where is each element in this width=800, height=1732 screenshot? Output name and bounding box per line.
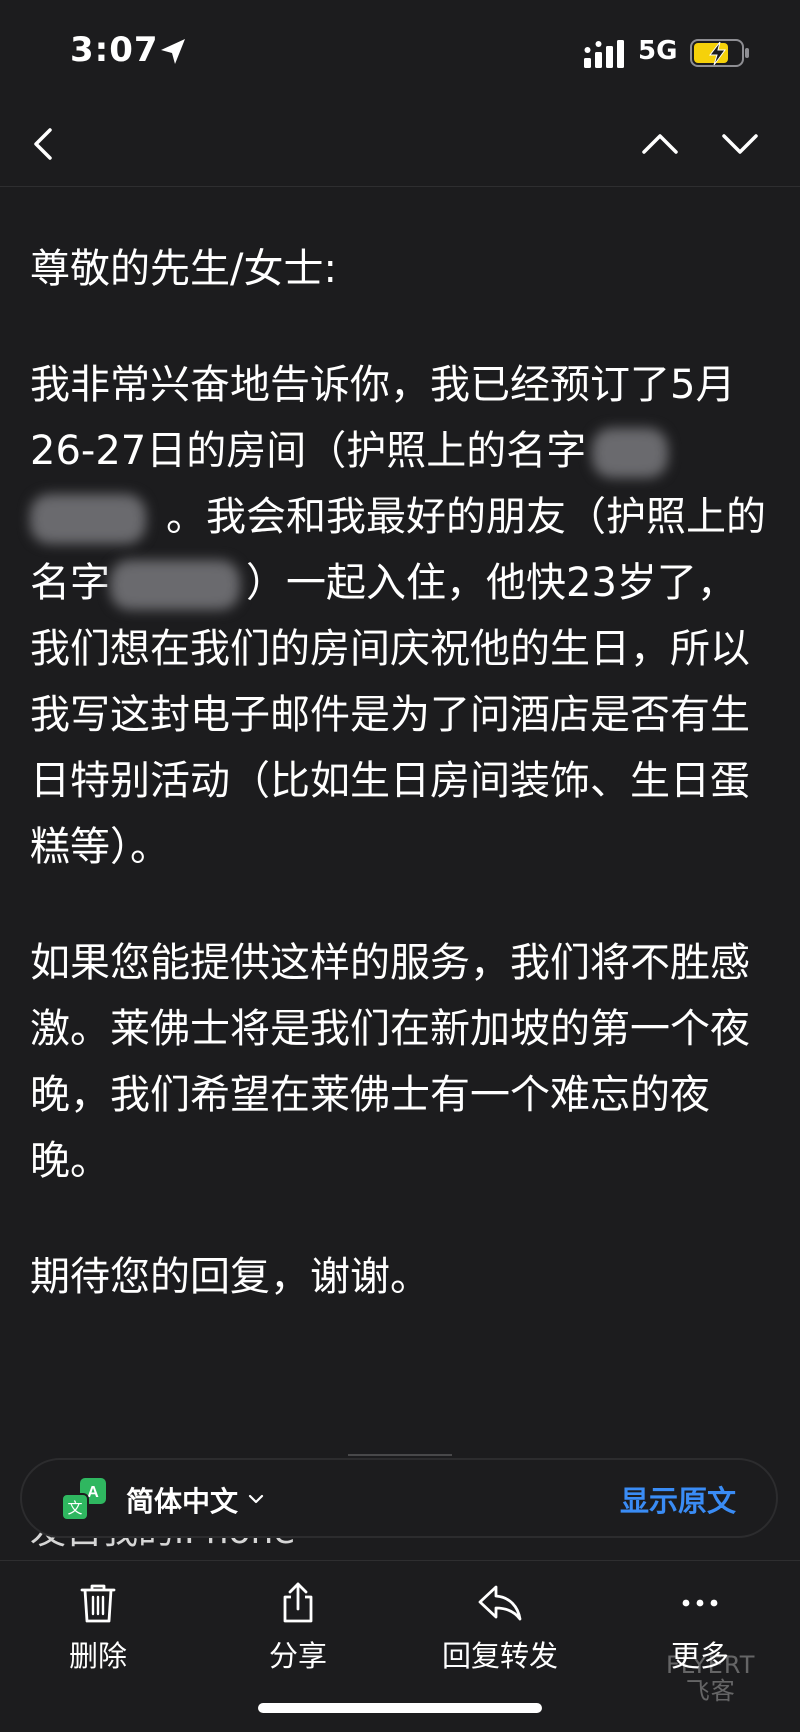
watermark-line-2: 飞客 [685, 1677, 736, 1705]
battery-charging-icon [690, 39, 749, 67]
delete-label: 删除 [68, 1639, 127, 1673]
svg-text:文: 文 [67, 1499, 82, 1517]
share-button[interactable]: 分享 [218, 1571, 378, 1673]
email-paragraph-1: 我非常兴奋地告诉你，我已经预订了5月26-27日的房间（护照上的名字。我会和我最… [30, 352, 770, 880]
translation-language-selector[interactable]: 简体中文 [126, 1480, 238, 1520]
cellular-signal-icon [584, 40, 624, 68]
trash-icon [80, 1584, 116, 1623]
home-indicator[interactable] [258, 1703, 542, 1713]
previous-message-chevron-up-icon[interactable] [638, 122, 682, 166]
email-paragraph-2: 如果您能提供这样的服务，我们将不胜感激。莱佛士将是我们在新加坡的第一个夜晚，我们… [30, 940, 750, 1184]
svg-text:A: A [87, 1484, 99, 1501]
content-divider [348, 1454, 452, 1456]
navigation-bar [0, 100, 800, 187]
location-arrow-icon [161, 39, 185, 64]
next-message-chevron-down-icon[interactable] [718, 122, 762, 166]
watermark-line-1: FLYERT [666, 1651, 756, 1679]
redacted-name-block [110, 560, 240, 610]
reply-forward-label: 回复转发 [441, 1639, 558, 1673]
chevron-down-icon[interactable] [248, 1493, 264, 1505]
email-greeting: 尊敬的先生/女士: [30, 246, 337, 292]
watermark: FLYERT 飞客 [666, 1652, 755, 1704]
redacted-name-block [30, 494, 146, 544]
email-body: 尊敬的先生/女士: 我非常兴奋地告诉你，我已经预订了5月26-27日的房间（护照… [30, 236, 770, 1360]
status-bar: 3:07 5G [0, 0, 800, 100]
back-chevron-icon[interactable] [22, 122, 66, 166]
share-label: 分享 [268, 1639, 327, 1673]
show-original-button[interactable]: 显示原文 [620, 1478, 736, 1520]
more-dots-icon [682, 1599, 718, 1607]
translation-bar: A 文 简体中文 显示原文 [20, 1458, 778, 1538]
translate-icon: A 文 [62, 1478, 106, 1521]
delete-button[interactable]: 删除 [18, 1571, 178, 1673]
share-icon [283, 1582, 313, 1623]
status-time: 3:07 [70, 30, 159, 70]
network-type: 5G [638, 36, 678, 66]
reply-forward-button[interactable]: 回复转发 [420, 1571, 580, 1673]
redacted-name-block [592, 428, 669, 478]
email-paragraph-3: 期待您的回复，谢谢。 [30, 1254, 430, 1300]
reply-arrow-icon [478, 1585, 522, 1621]
